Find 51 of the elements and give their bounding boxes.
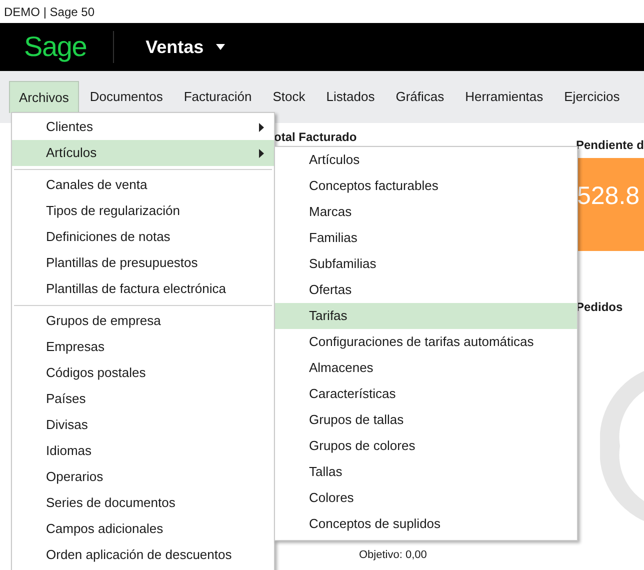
menu-item[interactable]: Grupos de empresa [12,308,274,334]
menu-tab[interactable]: Herramientas [455,81,554,113]
menu-tab[interactable]: Stock [262,81,316,113]
target-text: Objetivo: 0,00 [359,548,427,563]
window-title: DEMO | Sage 50 [4,4,94,20]
menu-item[interactable]: Almacenes [275,355,577,381]
menu-item[interactable]: Características [275,381,577,407]
card-heading: otal Facturado [274,130,357,144]
module-selector[interactable]: Ventas [146,34,225,60]
menu-item[interactable]: Marcas [275,199,577,225]
card-heading: Pedidos [576,299,623,316]
menu-item[interactable]: Ofertas [275,277,577,303]
menu-item[interactable]: Familias [275,225,577,251]
menu-tab[interactable]: Documentos [80,81,173,113]
menu-item[interactable]: Configuraciones de tarifas automáticas [275,329,577,355]
menu-tab[interactable]: Archivos [9,81,79,113]
menu-item[interactable]: Conceptos facturables [275,173,577,199]
menu-item[interactable]: Operarios [12,464,274,490]
menu-item[interactable]: Colores [275,485,577,511]
menu-item[interactable]: Grupos de tallas [275,407,577,433]
menu-item[interactable]: Definiciones de notas [12,224,274,250]
menu-item[interactable]: Tipos de regularización [12,198,274,224]
menu-item[interactable]: Países [12,386,274,412]
menu-item[interactable]: Orden aplicación de descuentos [12,542,274,568]
logo: Sage [24,33,87,61]
menu-tab[interactable]: Gráficas [386,81,454,113]
menu-item[interactable]: Empresas [12,334,274,360]
menu-item[interactable]: Series de documentos [12,490,274,516]
menu-item[interactable]: Códigos postales [12,360,274,386]
menu-item[interactable]: Idiomas [12,438,274,464]
caret-icon [216,44,225,50]
card-heading: Pendiente d [576,137,644,154]
menu-item[interactable]: Campos adicionales [12,516,274,542]
menu-item[interactable]: Artículos [275,147,577,173]
submenu-arrow-icon [259,148,264,158]
menu-item[interactable]: Clientes [12,114,274,140]
menu-item[interactable]: Tallas [275,459,577,485]
menu-item[interactable]: Subfamilias [275,251,577,277]
menu-tab[interactable]: Ejercicios [554,81,630,113]
menu-item[interactable]: Artículos [12,140,274,166]
menu-item[interactable]: Plantillas de factura electrónica [12,276,274,302]
menu-item[interactable]: Plantillas de presupuestos [12,250,274,276]
menu-tab[interactable]: Facturación [174,81,262,113]
menu-item[interactable]: Conceptos de suplidos [275,511,577,537]
menu-item[interactable]: Divisas [12,412,274,438]
submenu-arrow-icon [259,122,264,132]
menu-tab[interactable]: Listados [316,81,385,113]
menu-item[interactable]: Canales de venta [12,172,274,198]
menu-item[interactable]: Tarifas [275,303,577,329]
menu-item[interactable]: Grupos de colores [275,433,577,459]
pending-amount: 528.8 [577,181,640,212]
